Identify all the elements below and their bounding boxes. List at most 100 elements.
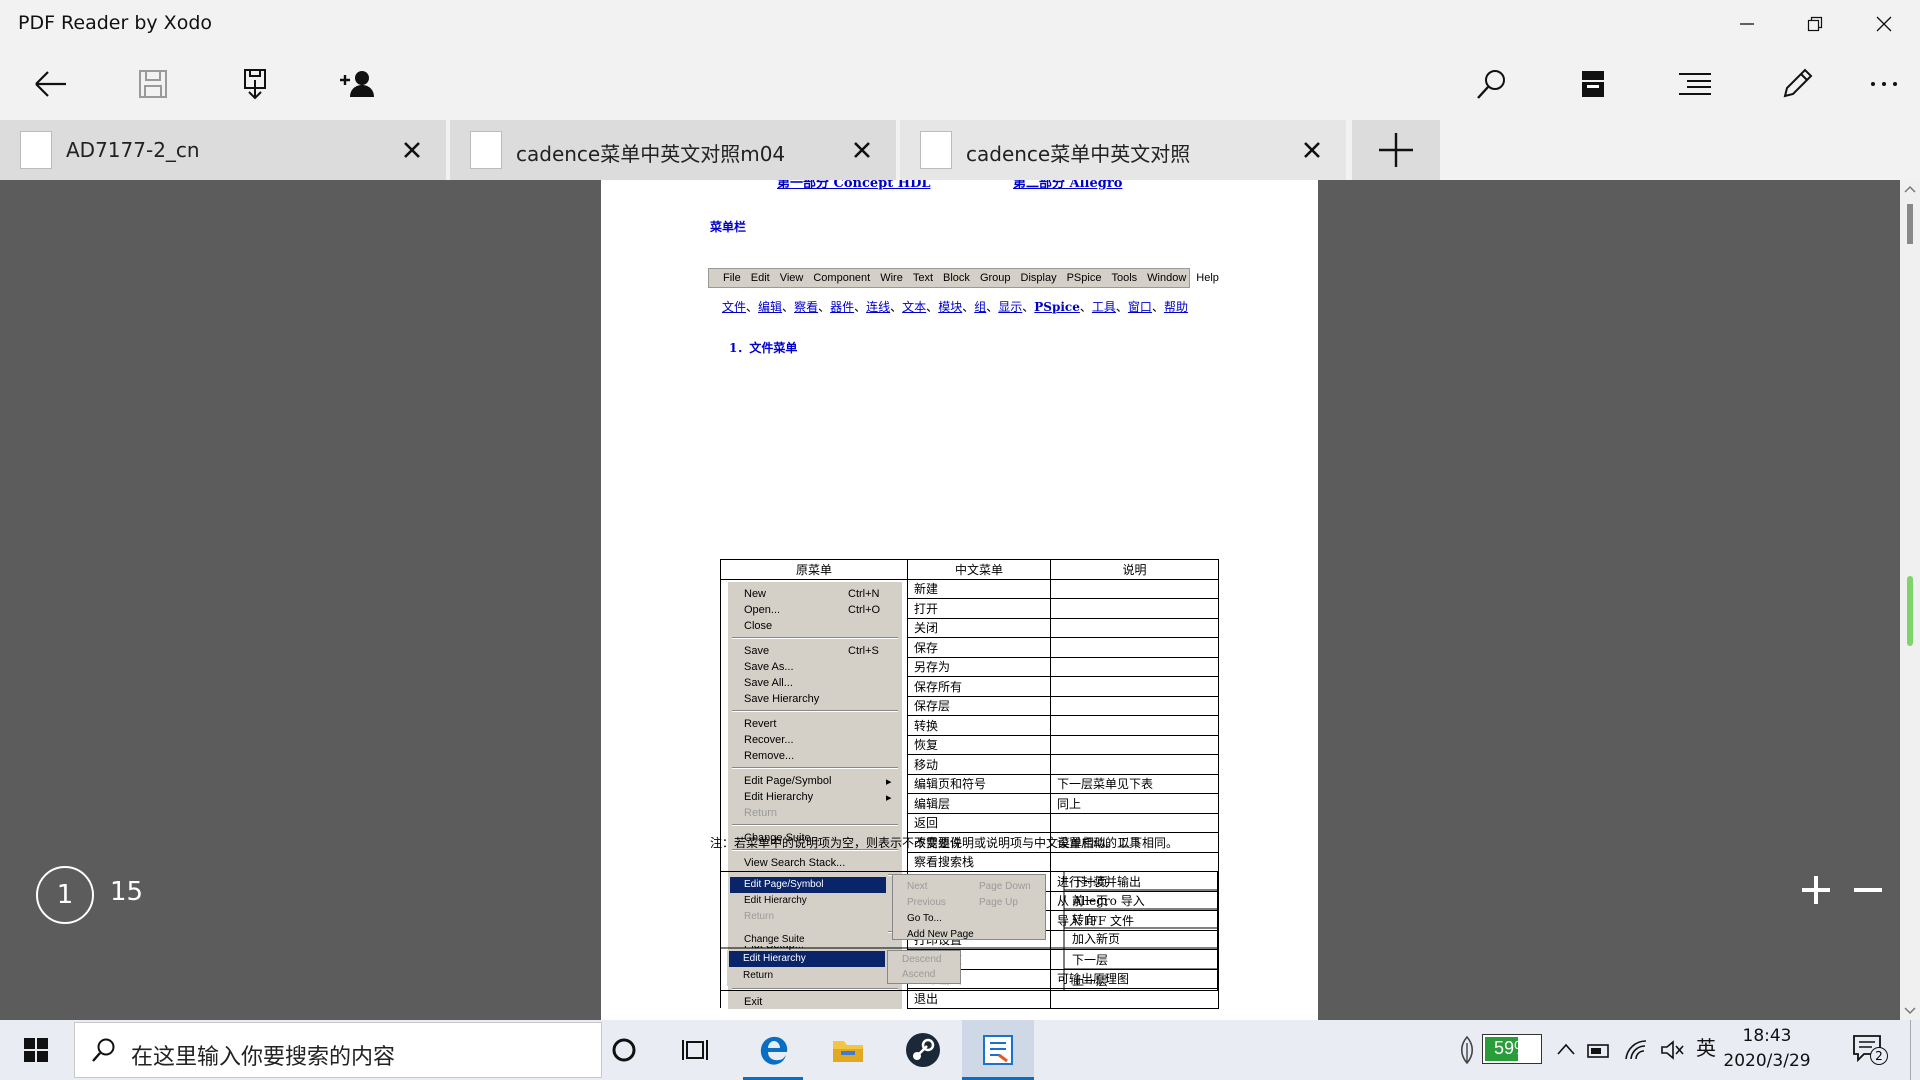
search-placeholder: 在这里输入你要搜索的内容 xyxy=(131,1045,396,1070)
annotate-button[interactable] xyxy=(1771,58,1823,110)
note-text: 注：若菜单中的说明项为空，则表示不不需要说明或说明项与中文菜单相似。以下相同。 xyxy=(710,836,1179,850)
chinese-menu-cell: 另存为 xyxy=(907,656,1051,677)
taskbar: 在这里输入你要搜索的内容 59% 英 18:43 2020/3/29 2 xyxy=(0,1020,1920,1080)
translation-link[interactable]: 显示 xyxy=(998,300,1022,314)
link-concept-hdl[interactable]: 第一部分 Concept HDL xyxy=(777,180,931,191)
menu-item: Edit Page/Symbol xyxy=(744,775,832,787)
document-thumbnail-icon xyxy=(470,131,502,169)
battery-saver-icon[interactable] xyxy=(1587,1039,1611,1061)
battery-indicator[interactable]: 59% xyxy=(1482,1034,1542,1064)
tab-label: AD7177-2_cn xyxy=(66,138,200,162)
clock[interactable]: 18:43 2020/3/29 xyxy=(1712,1024,1822,1074)
bookmark-button[interactable] xyxy=(1567,58,1619,110)
minus-icon xyxy=(1854,888,1882,892)
xodo-app[interactable] xyxy=(962,1020,1034,1080)
close-tab-icon[interactable] xyxy=(848,136,876,164)
chinese-menu-cell: 察看搜索栈 xyxy=(907,851,1051,872)
action-center-button[interactable]: 2 xyxy=(1852,1034,1888,1066)
chinese-menu-cell: 打开 xyxy=(907,598,1051,619)
menubar-item: Display xyxy=(1020,272,1057,284)
sub-row: 上一层 xyxy=(1072,974,1109,988)
current-page-indicator[interactable]: 1 xyxy=(36,866,94,924)
chinese-menu-cell: 新建 xyxy=(907,578,1051,599)
volume-muted-icon[interactable] xyxy=(1660,1039,1684,1061)
start-button[interactable] xyxy=(0,1020,72,1080)
outline-button[interactable] xyxy=(1669,58,1721,110)
zoom-in-button[interactable] xyxy=(1796,870,1836,910)
save-button[interactable] xyxy=(127,58,179,110)
menu-item: Remove... xyxy=(744,750,795,762)
popup-key: Page Down xyxy=(979,881,1031,892)
clock-date: 2020/3/29 xyxy=(1723,1051,1811,1071)
tab-ad7177[interactable]: AD7177-2_cn xyxy=(0,120,448,180)
translation-link[interactable]: 文件 xyxy=(722,300,746,314)
pen-icon xyxy=(1783,68,1813,98)
translation-link[interactable]: 编辑 xyxy=(758,300,782,314)
translation-link[interactable]: 察看 xyxy=(794,300,818,314)
zoom-out-button[interactable] xyxy=(1848,870,1888,910)
share-user-button[interactable] xyxy=(331,58,383,110)
file-explorer-app[interactable] xyxy=(812,1020,884,1080)
translation-link[interactable]: 文本 xyxy=(902,300,926,314)
toolbar xyxy=(0,48,1920,120)
description-cell xyxy=(1050,598,1219,619)
menubar-item: PSpice xyxy=(1066,272,1102,284)
minimize-button[interactable] xyxy=(1713,0,1781,48)
restore-button[interactable] xyxy=(1781,0,1849,48)
chinese-menu-cell: 保存所有 xyxy=(907,676,1051,697)
chinese-menu-cell: 恢复 xyxy=(907,734,1051,755)
close-tab-icon[interactable] xyxy=(398,136,426,164)
translation-link[interactable]: 连线 xyxy=(866,300,890,314)
document-viewer[interactable]: 第一部分 Concept HDL 第二部分 Allegro 菜单栏 File E… xyxy=(0,180,1920,1020)
file-menu-heading: 1．文件菜单 xyxy=(729,341,798,355)
steam-app[interactable] xyxy=(887,1020,959,1080)
scroll-down-icon[interactable] xyxy=(1900,1004,1920,1018)
task-view-button[interactable] xyxy=(660,1020,732,1080)
link-allegro[interactable]: 第二部分 Allegro xyxy=(1013,180,1122,191)
clock-time: 18:43 xyxy=(1742,1026,1792,1046)
notification-count: 2 xyxy=(1870,1047,1888,1065)
search-button[interactable] xyxy=(1466,58,1518,110)
chinese-menu-cell: 转换 xyxy=(907,715,1051,736)
document-thumbnail-icon xyxy=(20,131,52,169)
popup-item: Next xyxy=(907,881,928,892)
menubar-translation: 文件、编辑、察看、器件、连线、文本、模块、组、显示、PSpice、工具、窗口、帮… xyxy=(722,300,1188,314)
menu-separator xyxy=(732,824,898,826)
vertical-scrollbar[interactable] xyxy=(1900,180,1920,1020)
leaf-icon[interactable] xyxy=(1456,1035,1478,1065)
translation-link[interactable]: 工具 xyxy=(1092,300,1116,314)
minimize-icon xyxy=(1740,23,1754,25)
translation-link[interactable]: 窗口 xyxy=(1128,300,1152,314)
menu-item: New xyxy=(744,588,767,600)
description-cell xyxy=(1050,812,1219,833)
taskbar-search-box[interactable]: 在这里输入你要搜索的内容 xyxy=(74,1022,602,1078)
show-desktop-button[interactable] xyxy=(1910,1020,1920,1080)
translation-link[interactable]: PSpice xyxy=(1034,300,1080,314)
tab-cadence[interactable]: cadence菜单中英文对照 xyxy=(900,120,1348,180)
wifi-icon[interactable] xyxy=(1624,1039,1650,1061)
translation-link[interactable]: 帮助 xyxy=(1164,300,1188,314)
menu-item: Save xyxy=(744,645,770,657)
description-cell xyxy=(1050,734,1219,755)
translation-link[interactable]: 模块 xyxy=(938,300,962,314)
chevron-up-icon[interactable] xyxy=(1556,1042,1576,1056)
scroll-up-icon[interactable] xyxy=(1900,182,1920,196)
edge-app[interactable] xyxy=(737,1020,809,1080)
menu-separator xyxy=(732,637,898,639)
description-cell xyxy=(1050,578,1219,599)
tab-cadence-m04[interactable]: cadence菜单中英文对照m04 xyxy=(450,120,898,180)
save-as-button[interactable] xyxy=(229,58,281,110)
scroll-thumb[interactable] xyxy=(1907,204,1913,244)
document-thumbnail-icon xyxy=(920,131,952,169)
translation-link[interactable]: 组 xyxy=(974,300,986,314)
translation-link[interactable]: 器件 xyxy=(830,300,854,314)
new-tab-button[interactable] xyxy=(1352,120,1440,180)
back-button[interactable] xyxy=(25,58,77,110)
close-window-button[interactable] xyxy=(1850,0,1918,48)
steam-icon xyxy=(906,1033,940,1067)
more-button[interactable] xyxy=(1858,58,1910,110)
menubar-item: Wire xyxy=(880,272,903,284)
description-cell xyxy=(1050,988,1219,1009)
cortana-button[interactable] xyxy=(588,1020,660,1080)
close-tab-icon[interactable] xyxy=(1298,136,1326,164)
